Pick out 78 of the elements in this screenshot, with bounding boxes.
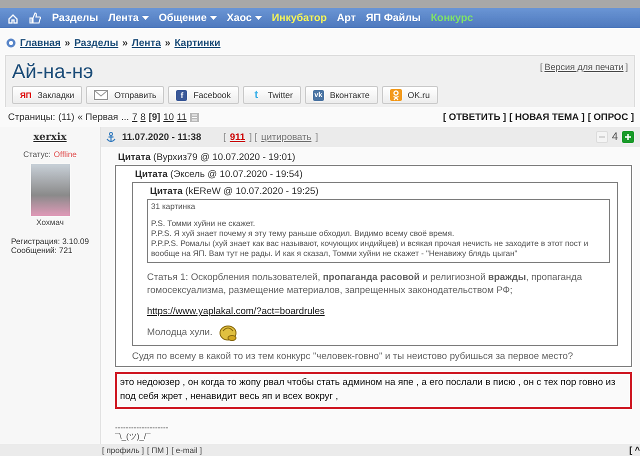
share-button[interactable]: OK.ru <box>382 86 438 104</box>
bracket: ] <box>625 62 628 72</box>
quote-header: Цитата (Эксель @ 10.07.2020 - 19:54) <box>134 168 304 182</box>
page-link[interactable]: 7 <box>132 112 138 122</box>
breadcrumb-separator: » <box>122 38 128 48</box>
quote-paragraph: Молодца хули. <box>147 326 213 338</box>
quote-line: P.P.S. Я хуй знает почему я эту тему раньше обходил. Видимо всему своё время. <box>151 229 456 239</box>
bracket: ] [ <box>249 132 258 142</box>
topic-action-link[interactable]: [ ОТВЕТИТЬ ] <box>442 112 506 122</box>
nav-link[interactable]: Арт <box>336 12 356 24</box>
registration-date: Регистрация: 3.10.09 <box>10 237 89 246</box>
user-rank: Хохмач <box>36 218 64 227</box>
facebook-logo-icon: f <box>176 90 188 100</box>
yap-logo-icon: ЯП <box>20 90 32 100</box>
breadcrumb-link[interactable]: Картинки <box>174 38 220 48</box>
print-version-link[interactable]: Версия для печати <box>544 62 624 72</box>
post-text: это недоюзер , он когда то жопу рвал чтобы стать админом на япе , а его послали в писю , он с тех пор говно из под себя жрет , ненавидит весь яп и всех вокруг , <box>115 372 632 409</box>
breadcrumb-link[interactable]: Главная <box>20 38 61 48</box>
status-label: Статус: <box>23 150 51 159</box>
thumbs-up-icon[interactable] <box>29 12 42 24</box>
page-link[interactable]: [9] <box>148 112 160 122</box>
topic-action-link[interactable]: [ ОПРОС ] <box>588 112 634 122</box>
breadcrumb-separator: » <box>64 38 70 48</box>
nav-link[interactable]: Лента <box>108 12 149 24</box>
home-icon[interactable] <box>7 12 19 24</box>
plus-icon <box>624 133 632 141</box>
breadcrumb-separator: » <box>164 38 170 48</box>
breadcrumb-link[interactable]: Лента <box>132 38 161 48</box>
rules-link[interactable]: https://www.yaplakal.com/?act=boardrules <box>147 306 325 317</box>
profile-link[interactable]: [ e-mail ] <box>171 446 202 454</box>
quote-line: P.S. Томми хуйни не скажет. <box>151 219 256 229</box>
envelope-icon <box>94 90 108 100</box>
page-link[interactable]: 10 <box>163 112 174 122</box>
bracket: [ <box>223 132 226 142</box>
profile-link[interactable]: [ профиль ] <box>102 446 144 454</box>
signature-line: ¯\_(ツ)_/¯ <box>115 432 152 441</box>
quote-header: Цитата (Вурхиз79 @ 10.07.2020 - 19:01) <box>117 151 296 165</box>
anchor-icon <box>106 132 116 142</box>
twitter-logo-icon: t <box>250 90 262 100</box>
avatar-photo-placeholder <box>30 164 70 216</box>
ellipsis: ... <box>121 112 130 122</box>
rate-up-button[interactable] <box>622 131 634 143</box>
page-jump-icon <box>190 112 199 122</box>
page-link[interactable]: 11 <box>176 112 187 122</box>
quote-line: P.P.P.S. Ромалы (хуй знает как вас называют, кочующих индийцев) и всякая прочая нечисть не заходите в этот пост и вообще на ЯП. Вам тут не рады. И как я сказал, Томми хуйни не скажет - "Ненавижу блядь цыган" <box>151 239 590 259</box>
first-page-link[interactable]: « Первая <box>77 112 118 122</box>
post-number-link[interactable]: 911 <box>230 132 246 142</box>
share-button[interactable]: t Twitter <box>242 86 301 104</box>
breadcrumb-link[interactable]: Разделы <box>74 38 118 48</box>
ok-logo-icon <box>390 89 402 101</box>
share-button[interactable]: Отправить <box>86 86 164 104</box>
share-button[interactable]: ЯП Закладки <box>12 86 82 104</box>
page-count: (11) <box>58 112 74 122</box>
quote-link[interactable]: цитировать <box>261 132 312 142</box>
profile-link[interactable]: [ ПМ ] <box>147 446 168 454</box>
author-name[interactable]: xerxix <box>33 132 67 142</box>
scroll-top-link[interactable]: [ ^ <box>629 445 640 455</box>
message-count: Сообщений: 721 <box>10 246 72 255</box>
signature-line: -------------------- <box>115 423 170 432</box>
nav-link[interactable]: ЯП Файлы <box>366 12 421 24</box>
quote-paragraph: Статья 1: Оскорбления пользователей, пропаганда расовой и религиозной вражды, пропаганда гомосексуализма, размещение материалов, запрещенных законодательством РФ; <box>147 271 583 297</box>
rating-count: 4 <box>612 131 618 143</box>
quote-header: Цитата (kEReW @ 10.07.2020 - 19:25) <box>149 185 320 199</box>
quote-line: 31 картинка <box>151 202 196 212</box>
nav-link[interactable]: Хаос <box>226 12 262 24</box>
nav-link[interactable]: Разделы <box>52 12 98 24</box>
topic-title: Ай-на-нэ <box>12 60 94 84</box>
post-date: 11.07.2020 - 11:38 <box>122 132 202 142</box>
topic-action-link[interactable]: [ НОВАЯ ТЕМА ] <box>509 112 585 122</box>
bracket: [ <box>540 62 542 72</box>
pages-label: Страницы: <box>8 112 56 122</box>
page-link[interactable]: 8 <box>140 112 146 122</box>
nav-link[interactable]: Общение <box>158 12 217 24</box>
status-value: Offline <box>54 150 77 159</box>
share-button[interactable]: f Facebook <box>168 86 239 104</box>
bullet-icon <box>6 38 16 48</box>
quote-paragraph: Судя по всему в какой то из тем конкурс "человек-говно" и ты неистово рубишься за первое место? <box>132 350 574 363</box>
bracket: ] <box>315 132 318 142</box>
